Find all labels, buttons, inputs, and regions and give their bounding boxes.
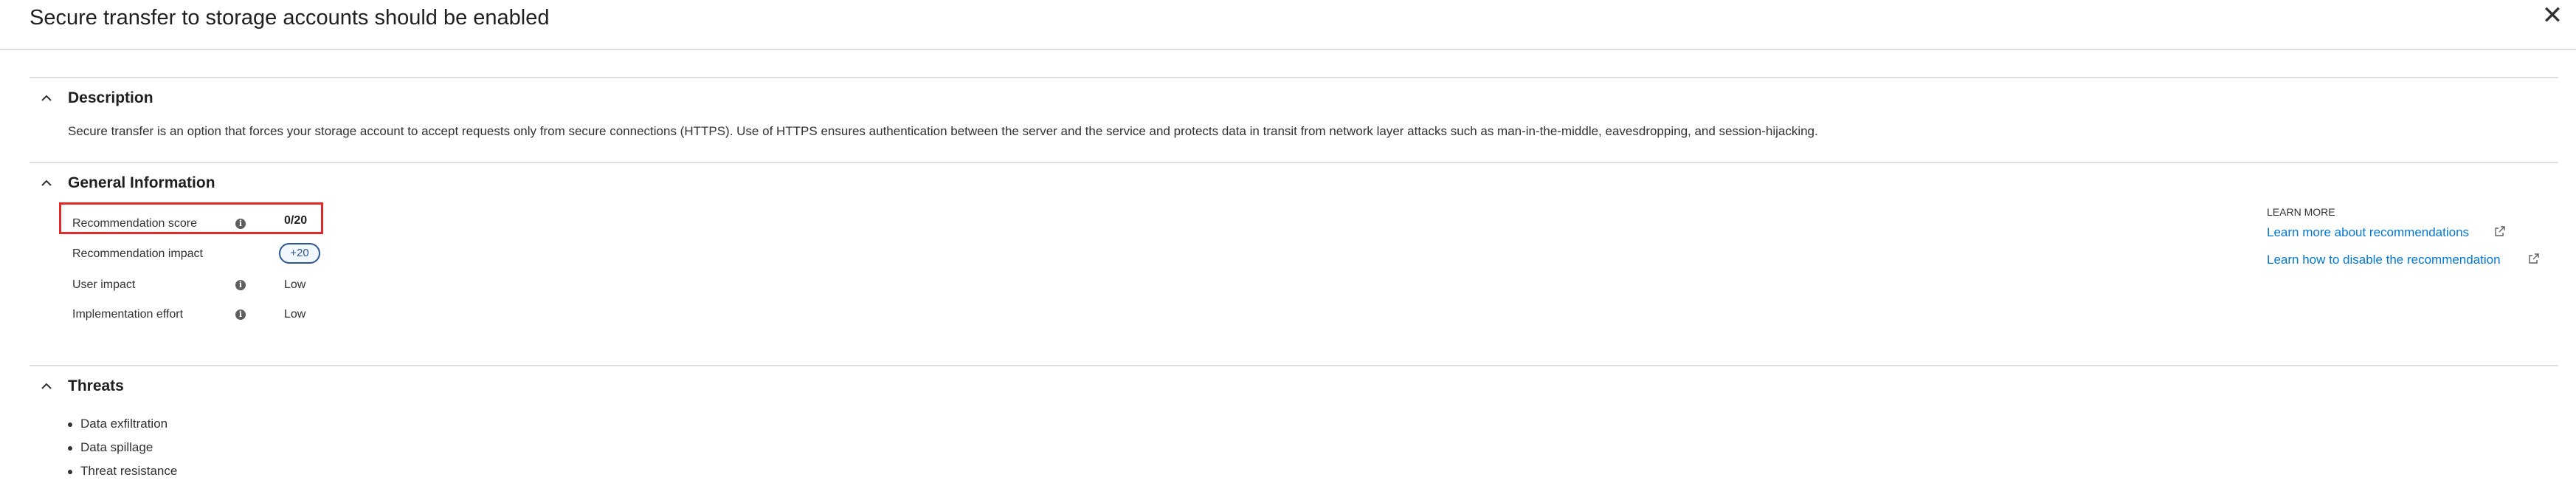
section-title: Threats <box>68 377 124 394</box>
section-divider <box>30 365 2558 366</box>
close-icon[interactable]: ✕ <box>2541 3 2563 28</box>
recommendation-score-label: Recommendation score <box>72 217 197 230</box>
recommendation-impact-label: Recommendation impact <box>72 247 203 260</box>
section-title: General Information <box>68 174 215 191</box>
page-title: Secure transfer to storage accounts shou… <box>30 6 550 30</box>
section-divider <box>30 162 2558 163</box>
user-impact-value: Low <box>284 278 306 291</box>
threats-list: Data exfiltration Data spillage Threat r… <box>68 412 177 483</box>
chevron-up-icon <box>41 179 52 186</box>
section-divider <box>30 77 2558 78</box>
chevron-up-icon <box>41 95 52 101</box>
user-impact-label: User impact <box>72 278 136 291</box>
chevron-up-icon <box>41 383 52 389</box>
general-section-toggle[interactable]: General Information <box>38 174 215 192</box>
info-icon[interactable]: i <box>235 219 246 229</box>
info-icon[interactable]: i <box>235 309 246 320</box>
threats-section-toggle[interactable]: Threats <box>38 377 124 395</box>
impact-badge: +20 <box>279 243 320 264</box>
implementation-effort-label: Implementation effort <box>72 308 184 321</box>
description-text: Secure transfer is an option that forces… <box>68 124 1818 138</box>
info-icon[interactable]: i <box>235 280 246 290</box>
recommendation-score-value: 0/20 <box>284 214 308 227</box>
disable-recommendation-link[interactable]: Learn how to disable the recommendation <box>2267 253 2501 267</box>
list-item: Threat resistance <box>68 459 177 483</box>
implementation-effort-value: Low <box>284 308 306 321</box>
external-link-icon[interactable] <box>2494 225 2506 237</box>
section-title: Description <box>68 89 153 106</box>
header-divider <box>0 49 2576 50</box>
list-item: Data exfiltration <box>68 412 177 436</box>
learn-more-recommendations-link[interactable]: Learn more about recommendations <box>2267 225 2469 240</box>
description-section-toggle[interactable]: Description <box>38 89 153 107</box>
list-item: Data spillage <box>68 436 177 459</box>
learn-more-heading: LEARN MORE <box>2267 206 2335 218</box>
external-link-icon[interactable] <box>2528 253 2540 264</box>
